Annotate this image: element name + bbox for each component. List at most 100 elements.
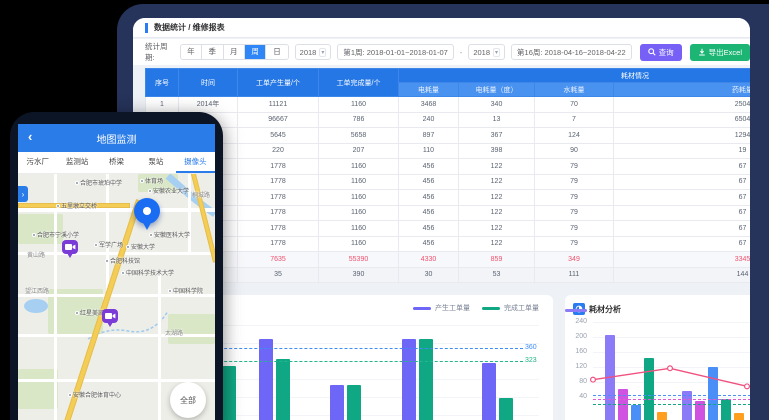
- bar-completed[interactable]: [276, 359, 290, 420]
- consumables-chart-card: 耗材分析 2402001601208040: [565, 295, 750, 420]
- y-axis-tick: 200: [571, 333, 587, 340]
- period-segmented-control[interactable]: 年季月周日: [180, 44, 289, 60]
- bar-completed[interactable]: [347, 385, 361, 420]
- period-option[interactable]: 年: [181, 45, 202, 59]
- table-cell: 110: [399, 143, 459, 159]
- map-label: 望江西路: [25, 286, 49, 295]
- bar-consumable[interactable]: [631, 405, 641, 420]
- table-row: 564556588973671241294: [146, 128, 751, 144]
- table-cell: 122: [459, 205, 535, 221]
- bar-completed[interactable]: [419, 339, 433, 420]
- table-cell: 456: [399, 190, 459, 206]
- table-cell: 340: [459, 97, 535, 113]
- map-label: 安徽医科大学: [149, 230, 190, 239]
- period-option[interactable]: 季: [202, 45, 223, 59]
- sub-column-header[interactable]: 电耗量（度）: [459, 83, 535, 97]
- map-label: 安徽农业大学: [148, 186, 189, 195]
- average-dashed-line: [593, 404, 750, 405]
- table-cell: 5645: [238, 128, 319, 144]
- poi-dot-icon: [105, 259, 109, 263]
- table-row: 177811604561227967: [146, 221, 751, 237]
- phone-tab-桥梁[interactable]: 桥梁: [97, 152, 136, 173]
- filter-bar: 统计周期: 年季月周日 2018 ▾ 第1周: 2018-01-01~2018-…: [133, 39, 750, 65]
- map-label: 合肥市宁溪小学: [32, 230, 79, 239]
- table-cell: 7: [535, 112, 614, 128]
- table-cell: 70: [535, 97, 614, 113]
- table-cell: 1: [146, 97, 179, 113]
- phone-tab-摄像头[interactable]: 摄像头: [176, 152, 215, 173]
- column-header[interactable]: 序号: [146, 69, 179, 97]
- chevron-down-icon: ▾: [493, 48, 500, 57]
- map-label: 安徽大学: [126, 242, 155, 251]
- table-cell: 1778: [238, 174, 319, 190]
- column-header[interactable]: 工单产生量/个: [238, 69, 319, 97]
- camera-pin[interactable]: [102, 309, 118, 323]
- bar-generated[interactable]: [259, 339, 273, 420]
- phone-tab-泵站[interactable]: 泵站: [136, 152, 175, 173]
- map-label: 中国科学院: [168, 286, 203, 295]
- table-cell: 67: [614, 236, 751, 252]
- bar-consumable[interactable]: [734, 413, 744, 420]
- bar-generated[interactable]: [330, 385, 344, 420]
- phone-title: 地图监测: [97, 131, 137, 146]
- table-cell: 1160: [319, 236, 399, 252]
- sub-column-header[interactable]: 电耗量: [399, 83, 459, 97]
- poi-dot-icon: [75, 311, 79, 315]
- table-cell: 96667: [238, 112, 319, 128]
- map-label: 桐城路: [192, 190, 210, 199]
- week-from-field[interactable]: 第1周: 2018-01-01~2018-01-07: [337, 44, 453, 60]
- poi-dot-icon: [121, 271, 125, 275]
- bar-consumable[interactable]: [605, 335, 615, 420]
- table-cell: 456: [399, 221, 459, 237]
- table-cell: 897: [399, 128, 459, 144]
- year-to-select[interactable]: 2018 ▾: [468, 44, 505, 60]
- map-road: [18, 208, 215, 212]
- bar-consumable[interactable]: [657, 412, 667, 420]
- phone-tab-污水厂[interactable]: 污水厂: [18, 152, 57, 173]
- table-cell: 786: [319, 112, 399, 128]
- camera-pin[interactable]: [62, 240, 78, 254]
- table-cell: 79: [535, 221, 614, 237]
- table-header: 序号时间工单产生量/个工单完成量/个耗材情况电耗量电耗量（度）水耗量药耗量: [146, 69, 751, 97]
- period-option[interactable]: 周: [245, 45, 266, 59]
- period-option[interactable]: 月: [224, 45, 245, 59]
- column-header[interactable]: 工单完成量/个: [319, 69, 399, 97]
- bar-completed[interactable]: [222, 366, 236, 420]
- table-cell: 4330: [399, 252, 459, 268]
- bar-generated[interactable]: [482, 363, 496, 420]
- y-axis-tick: 240: [571, 318, 587, 325]
- map-view[interactable]: › 全部 合肥市琥珀中学体育场安徽农业大学五里墩立交桥合肥市宁溪小学安徽医科大学…: [18, 174, 215, 420]
- table-cell: 1160: [319, 159, 399, 175]
- bar-consumable[interactable]: [708, 367, 718, 420]
- range-separator: -: [460, 48, 463, 57]
- period-option[interactable]: 日: [266, 45, 287, 59]
- table-cell: 30: [399, 267, 459, 283]
- bar-consumable[interactable]: [721, 399, 731, 420]
- week-to-field[interactable]: 第16周: 2018-04-16~2018-04-22: [511, 44, 632, 60]
- export-excel-button[interactable]: 导出Excel: [690, 44, 750, 61]
- poi-dot-icon: [126, 245, 130, 249]
- poi-dot-icon: [56, 204, 60, 208]
- table-cell: 3345: [614, 252, 751, 268]
- selected-location-pin[interactable]: [134, 198, 160, 224]
- phone-tab-监测站[interactable]: 监测站: [57, 152, 96, 173]
- bar-generated[interactable]: [402, 339, 416, 420]
- bar-completed[interactable]: [499, 398, 513, 420]
- column-header[interactable]: 时间: [179, 69, 238, 97]
- breadcrumb: 数据统计 / 维修报表: [154, 22, 225, 33]
- sub-column-header[interactable]: 水耗量: [535, 83, 614, 97]
- table-cell: 2504: [614, 97, 751, 113]
- table-cell: 67: [614, 190, 751, 206]
- table-cell: 79: [535, 159, 614, 175]
- map-label: 太湖路: [165, 328, 183, 337]
- back-chevron-icon[interactable]: ‹: [28, 129, 32, 144]
- phone-tab-bar: 污水厂监测站桥梁泵站摄像头: [18, 152, 215, 174]
- sub-column-header[interactable]: 药耗量: [614, 83, 751, 97]
- search-icon: [648, 48, 656, 56]
- table-cell: 1160: [319, 174, 399, 190]
- bar-consumable[interactable]: [644, 358, 654, 420]
- year-from-select[interactable]: 2018 ▾: [295, 44, 332, 60]
- search-button[interactable]: 查询: [640, 44, 682, 61]
- map-label: 合肥科技馆: [105, 256, 140, 265]
- table-cell: 5658: [319, 128, 399, 144]
